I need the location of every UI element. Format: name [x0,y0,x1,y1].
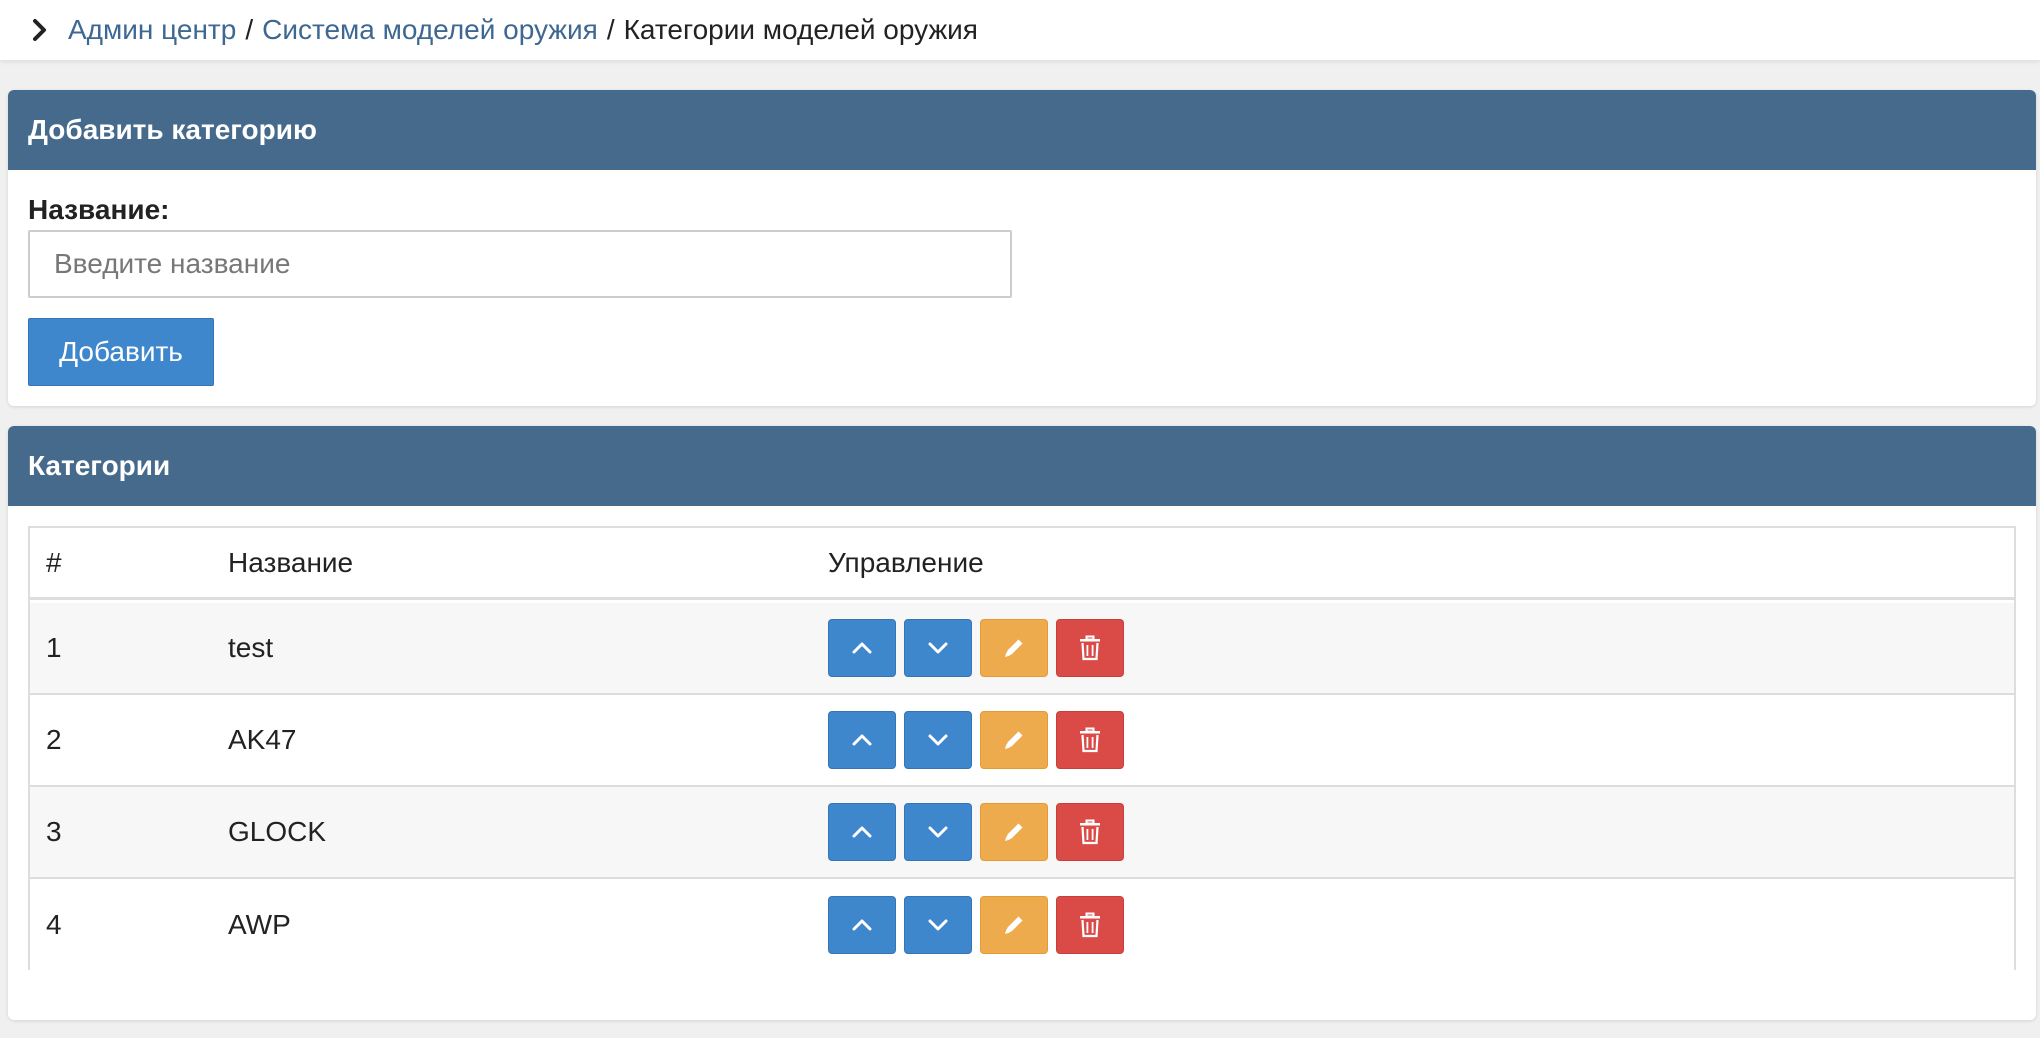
chevron-down-icon [928,642,948,654]
chevron-down-icon [928,919,948,931]
row-name: GLOCK [228,816,327,847]
table-row: 3 GLOCK [30,787,2014,879]
move-down-button[interactable] [904,619,972,677]
move-up-button[interactable] [828,711,896,769]
row-controls [828,803,1124,861]
pencil-icon [1005,639,1023,657]
move-down-button[interactable] [904,803,972,861]
edit-button[interactable] [980,896,1048,954]
edit-button[interactable] [980,619,1048,677]
trash-icon [1080,912,1100,938]
row-number: 4 [46,909,62,940]
chevron-up-icon [852,826,872,838]
table-row: 4 AWP [30,879,2014,971]
breadcrumb-current: Категории моделей оружия [623,14,978,45]
column-header-number: # [46,546,62,578]
edit-button[interactable] [980,803,1048,861]
pencil-icon [1005,916,1023,934]
row-number: 3 [46,816,62,847]
row-controls [828,619,1124,677]
categories-table: # Название Управление 1 test 2 AK47 3 GL… [28,526,2016,971]
table-row: 2 AK47 [30,695,2014,787]
row-name: AK47 [228,724,297,755]
chevron-down-icon [928,826,948,838]
move-up-button[interactable] [828,896,896,954]
categories-title: Категории [8,426,2036,506]
chevron-up-icon [852,734,872,746]
column-header-name: Название [228,546,354,578]
delete-button[interactable] [1056,711,1124,769]
column-header-control: Управление [828,546,984,578]
table-row: 1 test [30,603,2014,695]
row-name: test [228,632,274,663]
delete-button[interactable] [1056,896,1124,954]
row-number: 2 [46,724,62,755]
trash-icon [1080,819,1100,845]
table-header: # Название Управление [30,528,2014,600]
edit-button[interactable] [980,711,1048,769]
breadcrumb-separator: / [606,14,615,45]
chevron-up-icon [852,919,872,931]
row-controls [828,711,1124,769]
delete-button[interactable] [1056,619,1124,677]
row-controls [828,896,1124,954]
breadcrumb-link-admin[interactable]: Админ центр [68,14,236,46]
delete-button[interactable] [1056,803,1124,861]
chevron-up-icon [852,642,872,654]
breadcrumb: Админ центр / Система моделей оружия / К… [0,0,2040,60]
chevron-right-icon [30,18,54,42]
breadcrumb-link-weapon-system[interactable]: Система моделей оружия [262,14,598,46]
pencil-icon [1005,731,1023,749]
move-down-button[interactable] [904,896,972,954]
move-up-button[interactable] [828,803,896,861]
pencil-icon [1005,823,1023,841]
add-button[interactable]: Добавить [28,318,214,386]
move-up-button[interactable] [828,619,896,677]
row-number: 1 [46,632,62,663]
chevron-down-icon [928,734,948,746]
add-category-panel: Добавить категорию Название: Добавить [8,90,2036,406]
categories-panel: Категории # Название Управление 1 test 2… [8,426,2036,1020]
move-down-button[interactable] [904,711,972,769]
trash-icon [1080,727,1100,753]
add-category-title: Добавить категорию [8,90,2036,170]
trash-icon [1080,635,1100,661]
row-name: AWP [228,909,291,940]
name-input[interactable] [28,230,1012,298]
name-label: Название: [28,194,170,225]
breadcrumb-separator: / [245,14,254,45]
